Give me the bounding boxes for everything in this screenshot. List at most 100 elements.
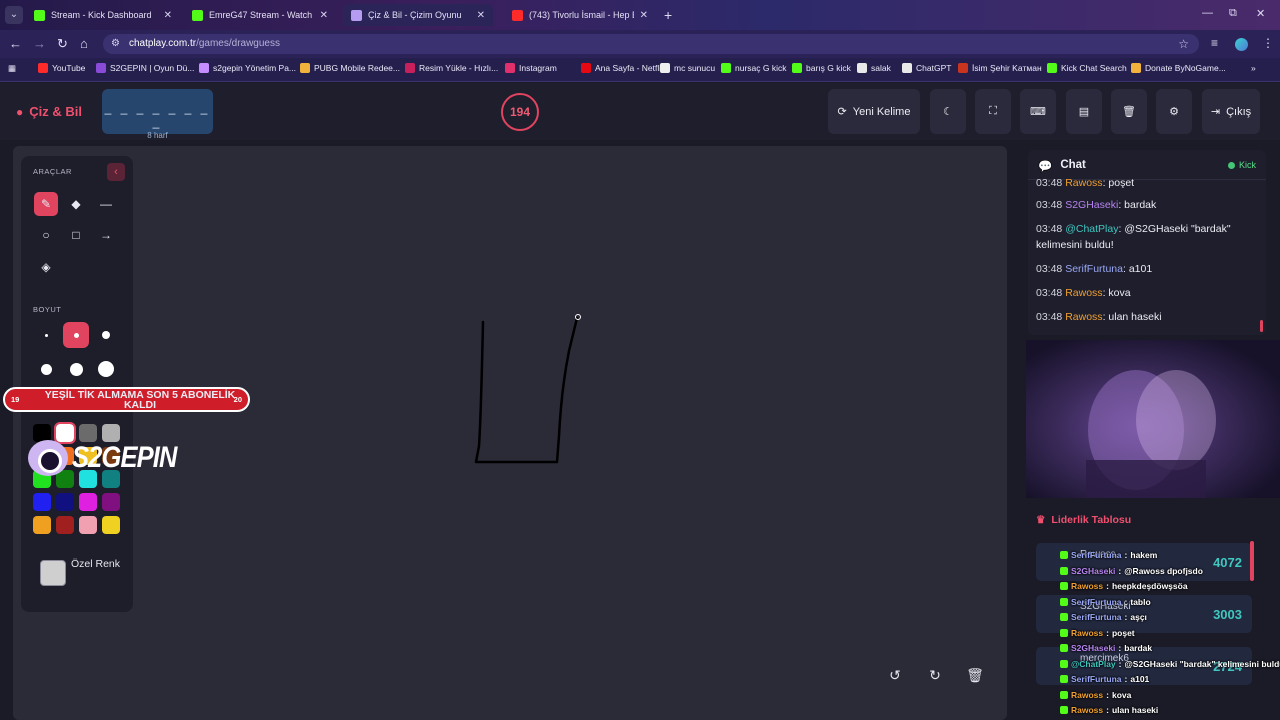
home-icon[interactable]: ⌂ — [80, 36, 88, 51]
bookmark-item[interactable]: barış G kick — [792, 63, 851, 73]
goal-message: YEŞİL TİK ALMAMA SON 5 ABONELİK KALDI — [44, 389, 236, 411]
exit-button[interactable]: ⇥ Çıkış — [1202, 89, 1260, 134]
leaderboard-scrollbar[interactable] — [1250, 541, 1254, 581]
clear-canvas-button[interactable]: 🗑 — [960, 660, 990, 690]
profile-avatar[interactable] — [1235, 38, 1248, 51]
settings-button[interactable]: ⚙ — [1156, 89, 1192, 134]
fill-tool[interactable]: ◈ — [34, 255, 58, 279]
new-tab-icon[interactable]: + — [664, 7, 672, 23]
overlay-text: aşçı — [1130, 612, 1147, 622]
arrow-tool[interactable]: → — [94, 223, 118, 247]
reload-icon[interactable]: ↻ — [57, 36, 68, 52]
chat-username[interactable]: @ChatPlay — [1065, 223, 1118, 235]
circle-tool[interactable]: ○ — [34, 223, 58, 247]
bookmark-item[interactable]: Instagram — [505, 63, 557, 73]
undo-button[interactable]: ↺ — [880, 660, 910, 690]
bookmark-item[interactable]: Donate ByNoGame... — [1131, 63, 1226, 73]
size-1[interactable] — [33, 322, 59, 348]
bookmark-label: S2GEPIN | Oyun Dü... — [110, 63, 195, 73]
browser-tab[interactable]: Çiz & Bil - Çizim Oyunu ✕ — [343, 4, 493, 26]
more-bookmarks-icon[interactable]: » — [1251, 63, 1256, 73]
bookmark-item[interactable]: PUBG Mobile Redee... — [300, 63, 400, 73]
close-window-icon[interactable]: ✕ — [1256, 7, 1265, 20]
fullscreen-button[interactable]: ⛶ — [975, 89, 1011, 134]
chat-message: 03:48 Rawoss: poşet — [1036, 177, 1135, 189]
color-swatch[interactable] — [56, 516, 74, 534]
bookmark-star-icon[interactable]: ☆ — [1178, 34, 1189, 54]
bookmark-favicon-icon — [38, 63, 48, 73]
close-tab-icon[interactable]: ✕ — [640, 10, 648, 21]
bookmark-item[interactable]: salak — [857, 63, 891, 73]
chat-username[interactable]: Rawoss — [1065, 287, 1102, 299]
bookmark-item[interactable]: Kick Chat Search — [1047, 63, 1127, 73]
browser-menu-icon[interactable]: ⋮ — [1262, 36, 1274, 50]
bookmark-item[interactable]: ChatGPT — [902, 63, 951, 73]
redo-button[interactable]: ↻ — [920, 660, 950, 690]
tab-search-icon[interactable]: ⌄ — [5, 6, 23, 24]
browser-tab[interactable]: (743) Tivorlu İsmail - Hep Beraber ✕ — [504, 4, 656, 26]
close-tab-icon[interactable]: ✕ — [164, 10, 172, 21]
bookmark-item[interactable]: s2gepin Yönetim Pa... — [199, 63, 296, 73]
color-swatch[interactable] — [56, 493, 74, 511]
chat-username[interactable]: Rawoss — [1065, 311, 1102, 323]
size-2[interactable] — [63, 322, 89, 348]
close-tab-icon[interactable]: ✕ — [320, 10, 328, 21]
color-swatch[interactable] — [33, 516, 51, 534]
keyboard-icon: ⌨ — [1030, 106, 1046, 118]
bookmark-label: salak — [871, 63, 891, 73]
line-tool[interactable]: — — [94, 192, 118, 216]
bookmark-item[interactable]: İsim Şehir Kaтман — [958, 63, 1042, 73]
color-swatch[interactable] — [102, 493, 120, 511]
webcam-overlay — [1026, 340, 1280, 498]
archive-button[interactable]: ▤ — [1066, 89, 1102, 134]
size-6[interactable] — [93, 356, 119, 382]
restore-icon[interactable]: ⧉ — [1229, 7, 1237, 20]
dark-mode-button[interactable]: ☾ — [930, 89, 966, 134]
rectangle-tool[interactable]: □ — [64, 223, 88, 247]
new-word-button[interactable]: ⟳ Yeni Kelime — [828, 89, 920, 134]
minimize-icon[interactable]: — — [1202, 7, 1213, 19]
apps-grid-icon[interactable]: ▦ — [8, 63, 16, 74]
bookmark-item[interactable]: mc sunucu — [660, 63, 715, 73]
delete-button[interactable]: 🗑 — [1111, 89, 1147, 134]
bookmark-favicon-icon — [581, 63, 591, 73]
bookmark-favicon-icon — [505, 63, 515, 73]
overlay-username: Rawoss — [1071, 705, 1104, 715]
back-icon[interactable]: ← — [9, 36, 22, 51]
color-swatch[interactable] — [33, 493, 51, 511]
drawing-canvas[interactable] — [13, 146, 1007, 720]
color-swatch[interactable] — [102, 516, 120, 534]
bookmark-item[interactable]: S2GEPIN | Oyun Dü... — [96, 63, 194, 73]
bookmark-item[interactable]: Ana Sayfa - Netflix — [581, 63, 665, 73]
keyboard-button[interactable]: ⌨ — [1020, 89, 1056, 134]
brush-tool[interactable]: ✎ — [34, 192, 58, 216]
color-swatch[interactable] — [79, 493, 97, 511]
bookmark-item[interactable]: Resim Yükle - Hızlı... — [405, 63, 498, 73]
custom-color-swatch[interactable] — [40, 560, 66, 586]
size-4[interactable] — [33, 356, 59, 382]
bookmark-item[interactable]: YouTube — [38, 63, 85, 73]
chat-time: 03:48 — [1036, 311, 1063, 323]
undo-icon: ↺ — [889, 666, 901, 683]
app-brand[interactable]: ● Çiz & Bil — [16, 104, 82, 119]
bookmark-favicon-icon — [96, 63, 106, 73]
browser-tab[interactable]: Stream - Kick Dashboard ✕ — [26, 4, 180, 26]
size-5[interactable] — [63, 356, 89, 382]
chat-username[interactable]: Rawoss — [1065, 177, 1102, 189]
media-controls-icon[interactable]: ≡ — [1211, 36, 1218, 50]
chat-username[interactable]: SerifFurtuna — [1065, 263, 1123, 275]
browser-tab[interactable]: EmreG47 Stream - Watch Live on Kick ✕ — [184, 4, 336, 26]
forward-icon[interactable]: → — [33, 36, 46, 51]
site-info-icon[interactable]: ⚙ — [111, 34, 120, 54]
color-swatch[interactable] — [79, 516, 97, 534]
collapse-panel-button[interactable]: ‹ — [107, 163, 125, 181]
url-path: /games/drawguess — [196, 38, 280, 49]
size-3[interactable] — [93, 322, 119, 348]
moon-icon: ☾ — [943, 106, 953, 118]
chat-scrollbar[interactable] — [1260, 320, 1263, 332]
eraser-tool[interactable]: ◆ — [64, 192, 88, 216]
chat-username[interactable]: S2GHaseki — [1065, 199, 1118, 211]
close-tab-icon[interactable]: ✕ — [477, 10, 485, 21]
url-bar[interactable]: ⚙ chatplay.com.tr/games/drawguess ☆ — [103, 34, 1199, 54]
bookmark-item[interactable]: nursaç G kick — [721, 63, 787, 73]
